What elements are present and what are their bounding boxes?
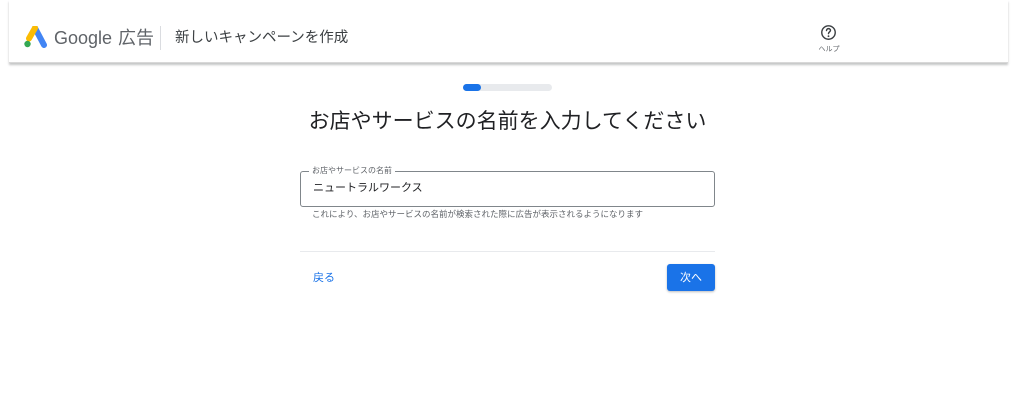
logo-google-text: Google [54, 28, 113, 48]
logo-ads-text: 広告 [118, 28, 155, 48]
business-name-field[interactable]: お店やサービスの名前 [300, 165, 715, 207]
back-button[interactable]: 戻る [305, 268, 343, 288]
help-circle-icon [821, 25, 836, 40]
step-progress-bar [463, 84, 552, 91]
product-logo-text[interactable]: Google 広告 [54, 27, 154, 49]
business-name-helper-text: これにより、お店やサービスの名前が検索された際に広告が表示されるようになります [312, 210, 643, 220]
step-progress-fill [463, 84, 481, 91]
business-name-label: お店やサービスの名前 [309, 165, 395, 177]
top-app-bar: Google 広告 新しいキャンペーンを作成 ヘルプ [9, 0, 1008, 63]
footer-divider [300, 251, 715, 252]
page-header-title: 新しいキャンペーンを作成 [175, 30, 349, 46]
help-button[interactable]: ヘルプ [815, 22, 843, 56]
business-name-input[interactable] [313, 181, 703, 195]
help-label: ヘルプ [818, 45, 840, 53]
header-divider [160, 26, 161, 50]
page-title: お店やサービスの名前を入力してください [308, 109, 707, 133]
google-ads-logo-icon[interactable] [23, 26, 47, 48]
next-button[interactable]: 次へ [667, 264, 715, 291]
